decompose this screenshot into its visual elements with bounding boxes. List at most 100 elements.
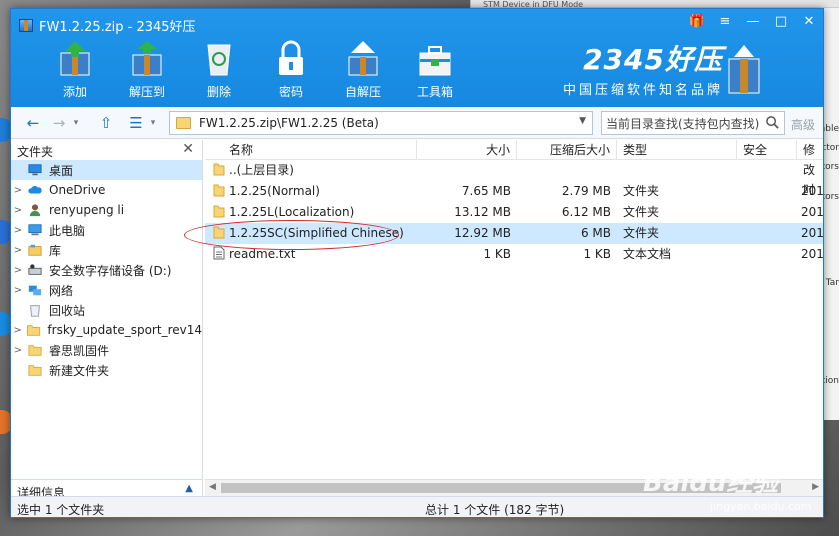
tree-item[interactable]: > renyupeng li (11, 200, 202, 220)
expand-chevron-icon[interactable]: > (11, 205, 25, 216)
column-modified[interactable]: 修改时 (797, 140, 823, 197)
brand-name: 2345好压 (583, 43, 723, 76)
address-dropdown-icon[interactable]: ▼ (579, 116, 586, 126)
tree-item-label: 回收站 (49, 303, 86, 318)
view-dropdown-icon[interactable]: ▾ (147, 113, 159, 133)
forward-arrow-icon[interactable]: → (49, 113, 69, 133)
folder-icon (28, 345, 42, 356)
scroll-left-icon[interactable]: ◀ (209, 482, 216, 492)
window-title: FW1.2.25.zip - 2345好压 (39, 19, 196, 35)
search-icon[interactable] (765, 115, 780, 130)
app-icon (19, 18, 33, 32)
up-folder-icon[interactable]: ⇧ (95, 113, 117, 133)
tree-item-label: OneDrive (49, 183, 106, 197)
tree-item[interactable]: > 安全数字存储设备 (D:) (11, 260, 202, 280)
toolbox-button[interactable]: 工具箱 (399, 39, 471, 101)
address-bar[interactable]: FW1.2.25.zip\FW1.2.25 (Beta) ▼ (169, 111, 593, 135)
expand-chevron-icon[interactable]: > (11, 225, 25, 236)
delete-button[interactable]: 删除 (183, 39, 255, 101)
tree-item[interactable]: > 睿思凯固件 (11, 340, 202, 360)
watermark-site: jingyan.baidu.com (710, 500, 812, 513)
column-size[interactable]: 大小 (417, 140, 517, 160)
library-icon (28, 244, 42, 256)
tree-item[interactable]: > 库 (11, 240, 202, 260)
view-list-icon[interactable]: ☰ (125, 113, 147, 133)
expand-chevron-icon[interactable]: > (11, 345, 25, 356)
file-size-cell: 1 KB (483, 247, 511, 261)
add-button[interactable]: 添加 (39, 39, 111, 101)
tree-item-label: renyupeng li (49, 203, 125, 217)
scroll-right-icon[interactable]: ▶ (812, 482, 819, 492)
tree-item[interactable]: > 此电脑 (11, 220, 202, 240)
delete-label: 删除 (206, 85, 231, 99)
self-extract-button[interactable]: 自解压 (327, 39, 399, 101)
file-size-cell (417, 160, 517, 181)
tree-item[interactable]: > OneDrive (11, 180, 202, 200)
expand-chevron-icon[interactable]: > (11, 265, 25, 276)
address-path: FW1.2.25.zip\FW1.2.25 (Beta) (199, 116, 379, 130)
add-label: 添加 (62, 85, 87, 99)
navigation-bar: ← → ▾ ⇧ ☰ ▾ FW1.2.25.zip\FW1.2.25 (Beta)… (11, 107, 823, 139)
folder-icon (27, 325, 41, 336)
toolbox-icon (419, 46, 451, 76)
user-icon (29, 204, 41, 217)
selection-status: 选中 1 个文件夹 (17, 503, 105, 517)
file-list: 名称 大小 压缩后大小 类型 安全 修改时 ..(上层目录) 1.2.25(Nor… (205, 140, 823, 496)
recycle-bin-icon (30, 305, 40, 317)
haozip-window: FW1.2.25.zip - 2345好压 🎁 ≡ — □ ✕ 添加 解压到 删… (10, 8, 824, 518)
file-security-cell (737, 223, 797, 244)
file-modified-cell: 2017- (801, 226, 823, 240)
search-input[interactable]: 当前目录查找(支持包内查找) (601, 111, 785, 135)
file-security-cell (737, 202, 797, 223)
back-arrow-icon[interactable]: ← (23, 113, 43, 133)
expand-chevron-icon[interactable]: > (11, 185, 25, 196)
brand-logo-icon (728, 45, 760, 94)
maximize-icon[interactable]: □ (767, 11, 795, 33)
tree-item-label: 此电脑 (49, 223, 86, 238)
file-name: ..(上层目录) (229, 163, 294, 177)
menu-icon[interactable]: ≡ (711, 11, 739, 33)
toolbox-label: 工具箱 (416, 85, 453, 99)
file-size-cell: 12.92 MB (454, 226, 511, 240)
chevron-up-icon[interactable]: ▲ (185, 483, 193, 494)
archive-summary: 总计 1 个文件 (182 字节) (425, 503, 565, 517)
expand-chevron-icon[interactable]: > (11, 325, 24, 336)
file-type-cell (617, 160, 737, 181)
folder-tree-pane: 文件夹 ✕ 桌面 > OneDrive > renyupeng li > 此电脑 > 库 > 安全数… (11, 140, 203, 500)
tree-item[interactable]: 新建文件夹 (11, 360, 202, 380)
self-extract-icon (348, 41, 378, 76)
tree-item[interactable]: 回收站 (11, 300, 202, 320)
password-button[interactable]: 密码 (255, 39, 327, 101)
tree-item[interactable]: > 网络 (11, 280, 202, 300)
brand: 2345好压 中国压缩软件知名品牌 (563, 43, 723, 99)
file-row[interactable]: ..(上层目录) (205, 160, 823, 181)
extract-to-button[interactable]: 解压到 (111, 39, 183, 101)
tree-item[interactable]: > frsky_update_sport_rev14 (11, 320, 202, 340)
column-type[interactable]: 类型 (617, 140, 737, 160)
advanced-search-button[interactable]: 高级 (791, 116, 815, 133)
close-pane-icon[interactable]: ✕ (182, 141, 194, 157)
status-bar: 选中 1 个文件夹 总计 1 个文件 (182 字节) (11, 496, 823, 517)
file-type-cell: 文本文档 (623, 247, 672, 261)
minimize-icon[interactable]: — (739, 11, 767, 33)
computer-icon (28, 224, 42, 236)
close-icon[interactable]: ✕ (795, 11, 823, 33)
history-dropdown-icon[interactable]: ▾ (69, 113, 83, 133)
tree-item[interactable]: 桌面 (11, 160, 202, 180)
expand-chevron-icon[interactable]: > (11, 285, 25, 296)
tree-item-label: frsky_update_sport_rev14 (47, 323, 202, 337)
file-row[interactable]: 1.2.25(Normal)7.65 MB2.79 MB文件夹2017- (205, 181, 823, 202)
file-modified-cell: 2017- (801, 205, 823, 219)
expand-chevron-icon[interactable]: > (11, 245, 25, 256)
file-packed-size-cell (517, 160, 617, 181)
column-packed-size[interactable]: 压缩后大小 (517, 140, 617, 160)
column-name[interactable]: 名称 (205, 140, 417, 160)
tree-item-label: 睿思凯固件 (49, 343, 110, 358)
gift-icon[interactable]: 🎁 (683, 11, 711, 33)
search-placeholder: 当前目录查找(支持包内查找) (606, 117, 760, 131)
column-security[interactable]: 安全 (737, 140, 797, 160)
folder-icon (213, 184, 225, 197)
file-packed-size-cell: 6.12 MB (561, 205, 611, 219)
extract-to-label: 解压到 (128, 85, 165, 99)
lock-icon (279, 40, 303, 75)
